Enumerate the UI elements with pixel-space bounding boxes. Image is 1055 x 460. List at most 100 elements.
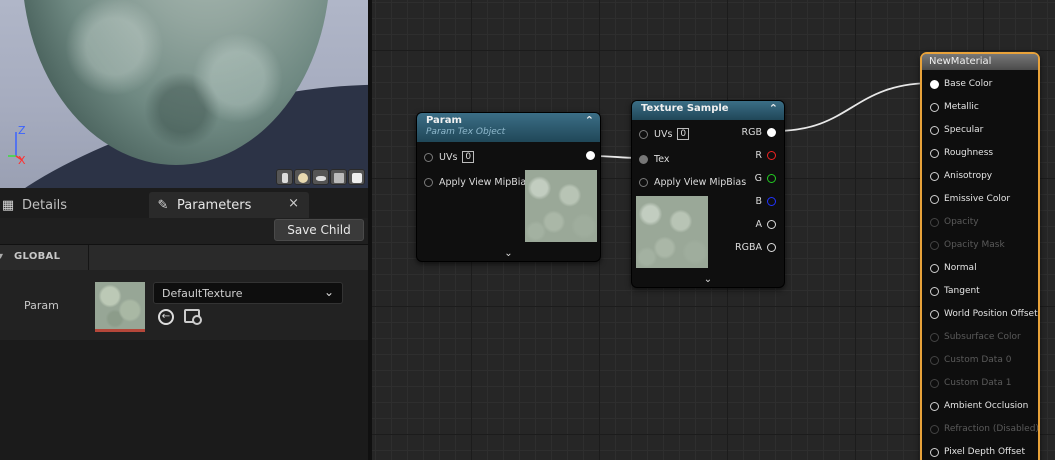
pin-circle-icon[interactable] <box>930 240 939 250</box>
pin-uvs[interactable]: UVs 0 <box>424 151 475 163</box>
texture-preview <box>525 170 597 242</box>
global-category-header[interactable]: ▾ GLOBAL <box>0 244 368 271</box>
browse-asset-icon[interactable] <box>184 309 202 325</box>
close-icon[interactable]: × <box>288 196 299 211</box>
pin-circle-icon[interactable] <box>930 125 939 135</box>
pin-label: Base Color <box>944 79 993 89</box>
plane-icon[interactable] <box>312 169 329 185</box>
pin-circle-icon[interactable] <box>767 197 776 206</box>
pin-circle-icon[interactable] <box>930 355 939 365</box>
pin-circle-icon[interactable] <box>930 102 939 112</box>
material-pin-metallic[interactable]: Metallic <box>930 102 979 112</box>
pin-circle-icon[interactable] <box>586 151 595 160</box>
pin-label: Apply View MipBias <box>654 177 747 188</box>
material-pin-tangent[interactable]: Tangent <box>930 286 980 296</box>
grid-icon: ▦ <box>1 197 15 213</box>
material-pin-custom-data-1[interactable]: Custom Data 1 <box>930 378 1011 388</box>
axis-z-label: Z <box>18 124 26 137</box>
pin-circle-icon[interactable] <box>424 152 433 162</box>
pin-circle-icon[interactable] <box>767 220 776 229</box>
pin-g[interactable]: G <box>755 173 776 184</box>
uv-index-field[interactable]: 0 <box>462 151 475 163</box>
material-pin-anisotropy[interactable]: Anisotropy <box>930 171 992 181</box>
material-pin-subsurface-color[interactable]: Subsurface Color <box>930 332 1021 342</box>
pin-label: UVs <box>439 151 458 163</box>
material-pin-emissive-color[interactable]: Emissive Color <box>930 194 1010 204</box>
material-pin-base-color[interactable]: Base Color <box>930 79 992 89</box>
pin-circle-icon[interactable] <box>930 286 939 296</box>
pin-circle-icon[interactable] <box>930 194 939 204</box>
panel-empty-area <box>0 340 368 460</box>
uv-index-field[interactable]: 0 <box>677 128 690 140</box>
teapot-icon[interactable] <box>348 169 365 185</box>
material-pin-custom-data-0[interactable]: Custom Data 0 <box>930 355 1011 365</box>
material-result-node[interactable]: NewMaterial Base Color Metallic Specular Ro… <box>920 52 1040 460</box>
chevron-down-icon[interactable]: ⌄ <box>704 274 712 285</box>
pin-circle-icon[interactable] <box>930 424 939 434</box>
material-pin-pixel-depth-offset[interactable]: Pixel Depth Offset <box>930 447 1025 457</box>
use-selected-asset-icon[interactable]: ← <box>158 309 174 325</box>
pin-circle-icon[interactable] <box>767 128 776 137</box>
pin-tex[interactable]: Tex <box>639 154 670 165</box>
pin-circle-icon[interactable] <box>767 174 776 183</box>
pin-rgb[interactable]: RGB <box>742 127 776 138</box>
param-tex-object-node[interactable]: Param Param Tex Object ⌃ UVs 0 Apply Vie… <box>416 112 601 262</box>
material-pin-opacity[interactable]: Opacity <box>930 217 979 227</box>
pin-label: Emissive Color <box>944 194 1011 204</box>
pin-label: Ambient Occlusion <box>944 401 1029 411</box>
texture-asset-dropdown[interactable]: DefaultTexture ⌄ <box>153 282 343 304</box>
pin-circle-icon[interactable] <box>639 129 648 139</box>
material-pin-refraction-disabled[interactable]: Refraction (Disabled) <box>930 424 1039 434</box>
material-graph-canvas[interactable]: Param Param Tex Object ⌃ UVs 0 Apply Vie… <box>368 0 1055 460</box>
pin-circle-icon[interactable] <box>930 217 939 227</box>
material-pin-normal[interactable]: Normal <box>930 263 977 273</box>
sphere-icon[interactable] <box>294 169 311 185</box>
pin-r[interactable]: R <box>755 150 776 161</box>
material-pin-roughness[interactable]: Roughness <box>930 148 993 158</box>
pin-output[interactable] <box>581 151 595 160</box>
pin-circle-icon[interactable] <box>639 178 648 187</box>
save-child-button[interactable]: Save Child <box>274 219 364 241</box>
material-pin-specular[interactable]: Specular <box>930 125 983 135</box>
chevron-up-icon[interactable]: ⌃ <box>769 102 778 115</box>
pin-circle-icon[interactable] <box>424 178 433 187</box>
pin-circle-icon[interactable] <box>930 79 939 89</box>
texture-asset-value: DefaultTexture <box>162 287 243 300</box>
pin-circle-icon[interactable] <box>767 151 776 160</box>
material-pin-world-position-offset[interactable]: World Position Offset <box>930 309 1038 319</box>
pin-a[interactable]: A <box>756 219 776 230</box>
pin-uvs[interactable]: UVs 0 <box>639 128 690 140</box>
cylinder-icon[interactable] <box>276 169 293 185</box>
node-header[interactable]: NewMaterial <box>922 54 1038 70</box>
material-pin-ambient-occlusion[interactable]: Ambient Occlusion <box>930 401 1028 411</box>
pin-label: Roughness <box>944 148 994 158</box>
chevron-down-icon[interactable]: ▾ <box>0 251 3 262</box>
material-pin-opacity-mask[interactable]: Opacity Mask <box>930 240 1005 250</box>
material-preview-viewport[interactable]: Z X <box>0 0 368 188</box>
tab-details[interactable]: ▦ Details <box>0 192 145 218</box>
pin-circle-icon[interactable] <box>930 148 939 158</box>
texture-sample-node[interactable]: Texture Sample ⌃ UVs 0 Tex Apply View Mi… <box>631 100 785 288</box>
pin-circle-icon[interactable] <box>930 171 939 181</box>
pin-circle-icon[interactable] <box>639 155 648 164</box>
chevron-down-icon[interactable]: ⌄ <box>504 248 512 259</box>
pin-circle-icon[interactable] <box>930 263 939 273</box>
pin-circle-icon[interactable] <box>930 401 939 411</box>
cube-icon[interactable] <box>330 169 347 185</box>
pin-b[interactable]: B <box>755 196 776 207</box>
chevron-up-icon[interactable]: ⌃ <box>585 114 594 127</box>
node-header[interactable]: Param Param Tex Object ⌃ <box>417 113 600 142</box>
node-header[interactable]: Texture Sample ⌃ <box>632 101 784 120</box>
pin-rgba[interactable]: RGBA <box>735 242 776 253</box>
pin-circle-icon[interactable] <box>930 332 939 342</box>
pin-apply-view-mipbias[interactable]: Apply View MipBias <box>639 177 746 188</box>
texture-thumbnail[interactable] <box>95 282 145 332</box>
column-divider[interactable] <box>88 245 89 271</box>
tab-parameters[interactable]: ✎ Parameters × <box>149 192 309 218</box>
pin-circle-icon[interactable] <box>930 309 939 319</box>
pin-apply-view-mipbias[interactable]: Apply View MipBias <box>424 177 531 188</box>
pin-circle-icon[interactable] <box>930 447 939 457</box>
pin-label: RGBA <box>735 242 762 253</box>
pin-circle-icon[interactable] <box>767 243 776 252</box>
pin-circle-icon[interactable] <box>930 378 939 388</box>
